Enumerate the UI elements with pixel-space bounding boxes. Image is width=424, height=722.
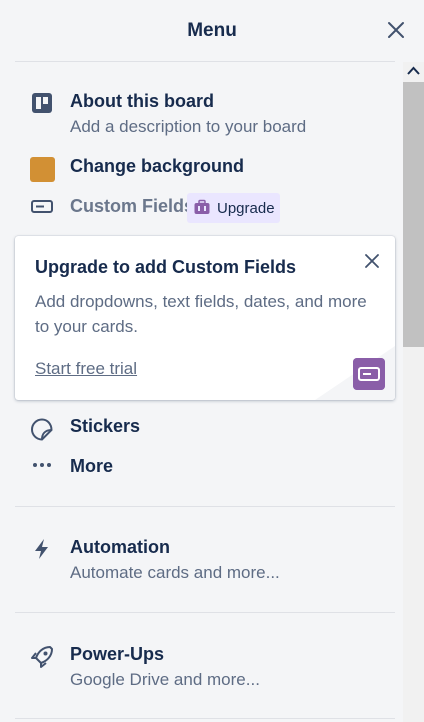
menu-title: Menu bbox=[187, 20, 237, 41]
board-icon bbox=[32, 93, 52, 113]
power-ups-item[interactable]: Power-Ups Google Drive and more... bbox=[28, 644, 388, 694]
promo-title: Upgrade to add Custom Fields bbox=[35, 257, 297, 277]
change-background-item[interactable]: Change background bbox=[28, 156, 388, 184]
section-divider bbox=[15, 718, 395, 719]
custom-fields-title: Custom Fields bbox=[70, 196, 195, 216]
promo-close-icon[interactable] bbox=[363, 252, 381, 270]
upgrade-badge-label: Upgrade bbox=[217, 200, 275, 217]
menu-header: Menu bbox=[0, 0, 424, 62]
about-board-title: About this board bbox=[70, 91, 214, 111]
stickers-item[interactable]: Stickers bbox=[28, 416, 388, 444]
upgrade-promo-popover: Upgrade to add Custom Fields Add dropdow… bbox=[15, 236, 395, 400]
section-divider bbox=[15, 612, 395, 613]
scroll-thumb[interactable] bbox=[403, 82, 424, 347]
automation-subtitle: Automate cards and more... bbox=[70, 563, 280, 582]
power-ups-title: Power-Ups bbox=[70, 644, 165, 664]
automation-title: Automation bbox=[70, 537, 170, 557]
custom-fields-icon bbox=[31, 200, 53, 213]
more-icon bbox=[33, 463, 51, 467]
start-free-trial-link[interactable]: Start free trial bbox=[35, 359, 137, 379]
custom-fields-badge-icon bbox=[353, 358, 385, 390]
promo-body: Add dropdowns, text fields, dates, and m… bbox=[35, 292, 367, 336]
change-background-title: Change background bbox=[70, 156, 245, 176]
section-divider bbox=[15, 506, 395, 507]
header-divider bbox=[15, 61, 395, 62]
about-board-item[interactable]: About this board Add a description to yo… bbox=[28, 91, 388, 141]
background-swatch bbox=[30, 157, 55, 182]
stickers-title: Stickers bbox=[70, 416, 141, 436]
more-item[interactable]: More bbox=[28, 456, 388, 484]
power-ups-subtitle: Google Drive and more... bbox=[70, 670, 260, 689]
close-icon[interactable] bbox=[384, 18, 408, 42]
briefcase-icon bbox=[194, 199, 210, 214]
about-board-subtitle: Add a description to your board bbox=[70, 117, 307, 136]
more-title: More bbox=[70, 456, 114, 476]
automation-item[interactable]: Automation Automate cards and more... bbox=[28, 537, 388, 587]
sticker-icon bbox=[30, 418, 53, 441]
upgrade-badge[interactable]: Upgrade bbox=[187, 193, 280, 223]
scroll-up-arrow-icon[interactable] bbox=[403, 62, 424, 80]
lightning-icon bbox=[35, 539, 48, 559]
scrollbar[interactable] bbox=[403, 62, 424, 722]
rocket-icon bbox=[31, 646, 53, 668]
